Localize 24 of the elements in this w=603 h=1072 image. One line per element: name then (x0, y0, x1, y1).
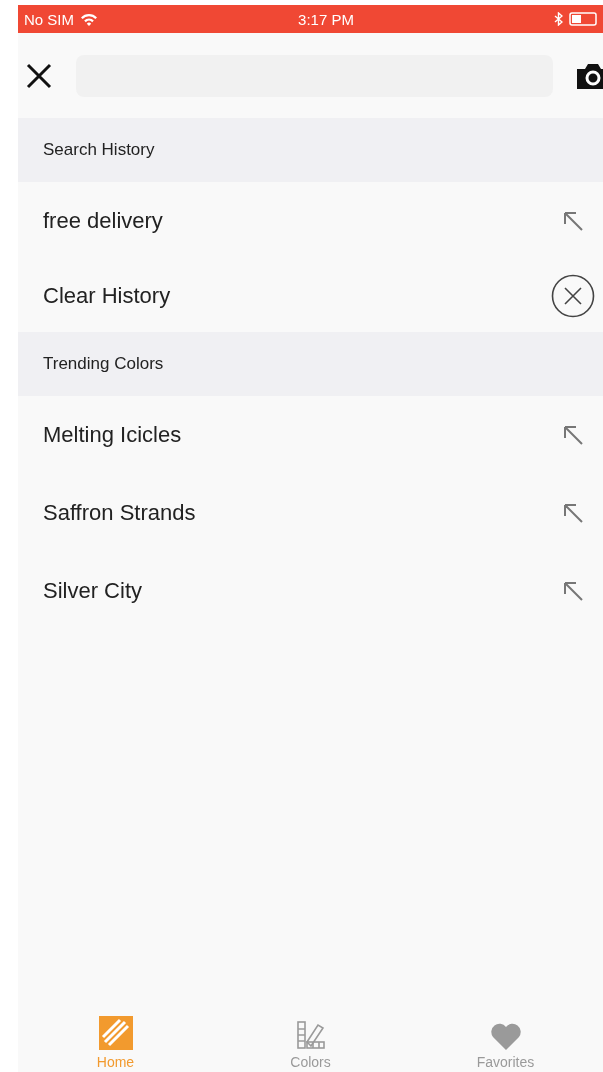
suggestion-row[interactable]: free delivery (18, 182, 603, 260)
tab-label: Colors (290, 1054, 331, 1070)
swatch-icon (295, 1020, 326, 1050)
suggestion-row[interactable]: Silver City (18, 552, 603, 630)
arrow-up-left-icon (562, 502, 584, 524)
tab-label: Favorites (476, 1054, 535, 1070)
arrow-up-left-icon (562, 424, 584, 446)
bluetooth-icon (554, 12, 563, 26)
status-time: 3:17 PM (298, 10, 354, 28)
clear-circle-icon (551, 274, 595, 318)
tab-label: Home (96, 1054, 135, 1070)
section-header: Trending Colors (18, 332, 603, 396)
arrow-up-left-icon (562, 210, 584, 232)
suggestion-row[interactable]: Saffron Strands (18, 474, 603, 552)
home-logo-icon (98, 1016, 133, 1050)
section-header: Search History (18, 118, 603, 182)
carrier-label: No SIM (24, 10, 74, 28)
wifi-icon (80, 12, 98, 26)
camera-button[interactable] (575, 61, 603, 90)
suggestion-row[interactable]: Melting Icicles (18, 396, 603, 474)
arrow-up-left-icon (562, 580, 584, 602)
heart-icon (489, 1022, 522, 1050)
battery-icon (569, 12, 597, 26)
clear-history-row[interactable]: Clear History (18, 260, 603, 332)
